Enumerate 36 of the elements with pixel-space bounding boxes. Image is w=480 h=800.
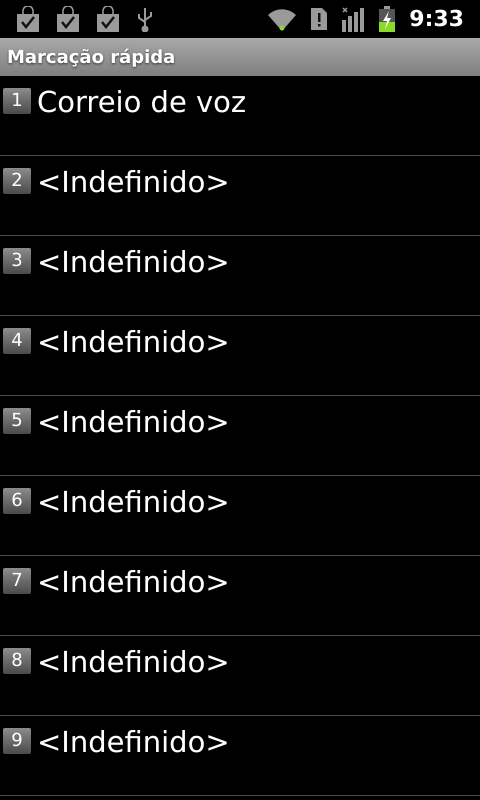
item-label: <Indefinido> [37,484,230,520]
item-label: <Indefinido> [37,724,230,760]
item-label: Correio de voz [37,84,246,120]
key-number: 4 [3,328,31,354]
screen-title: Marcação rápida [7,46,176,70]
speed-dial-item[interactable]: 4 <Indefinido> [0,316,480,396]
shopping-bag-icon [16,6,40,32]
key-number: 7 [3,568,31,594]
key-number: 5 [3,408,31,434]
speed-dial-item[interactable]: 5 <Indefinido> [0,396,480,476]
signal-icon [341,6,366,32]
item-label: <Indefinido> [37,404,230,440]
shopping-bag-icon [56,6,80,32]
speed-dial-item[interactable]: 6 <Indefinido> [0,476,480,556]
item-label: <Indefinido> [37,244,230,280]
key-number: 6 [3,488,31,514]
speed-dial-item[interactable]: 1 Correio de voz [0,76,480,156]
key-number: 1 [3,88,31,114]
speed-dial-item[interactable]: 2 <Indefinido> [0,156,480,236]
key-number: 8 [3,648,31,674]
shopping-bag-icon [96,6,120,32]
sim-alert-icon [311,8,328,30]
clock-time: 9:33 [409,6,464,34]
speed-dial-item[interactable]: 8 <Indefinido> [0,636,480,716]
speed-dial-item[interactable]: 9 <Indefinido> [0,716,480,796]
usb-icon [136,6,154,32]
speed-dial-item[interactable]: 7 <Indefinido> [0,556,480,636]
battery-charging-icon [379,6,396,32]
key-number: 3 [3,248,31,274]
item-label: <Indefinido> [37,644,230,680]
item-label: <Indefinido> [37,564,230,600]
key-number: 9 [3,728,31,754]
item-label: <Indefinido> [37,164,230,200]
key-number: 2 [3,168,31,194]
item-label: <Indefinido> [37,324,230,360]
speed-dial-item[interactable]: 3 <Indefinido> [0,236,480,316]
